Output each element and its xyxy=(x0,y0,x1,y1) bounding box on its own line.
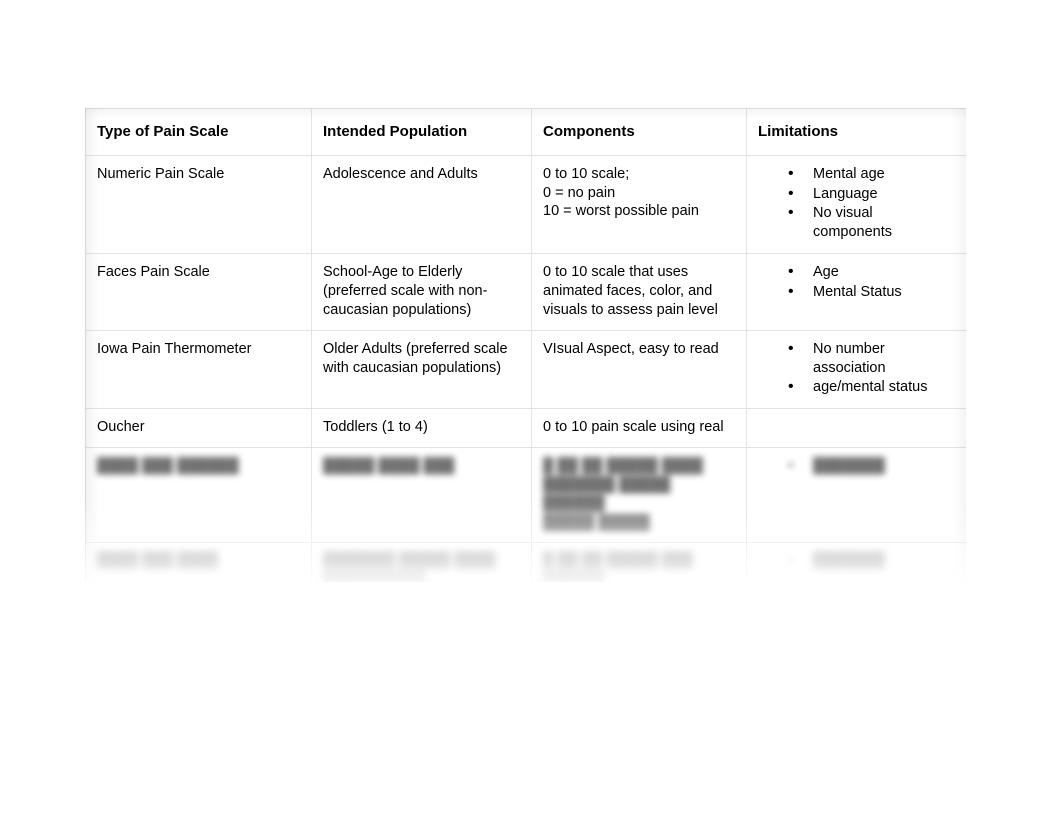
cell-intended-population: Older Adults (preferred scale with caucas… xyxy=(311,329,532,410)
components-line: 0 to 10 scale that uses xyxy=(543,264,689,281)
table-row: ████ ███ ████ ███████ █████ ████ █████████… xyxy=(85,542,966,582)
pain-scale-name: ████ ███ ██████ xyxy=(97,458,239,475)
components-line: █████ █████ xyxy=(543,514,650,531)
column-header-type-of-pain-scale: Type of Pain Scale xyxy=(85,108,312,156)
population-line: ███████ █████ ████ xyxy=(323,553,496,570)
cell-limitations xyxy=(746,408,966,449)
cell-limitations: AgeMental Status xyxy=(746,253,966,331)
limitations-list: ███████ xyxy=(758,551,955,572)
cell-type-of-pain-scale: Faces Pain Scale xyxy=(85,253,312,331)
pain-scale-name: Oucher xyxy=(97,419,145,436)
cell-components: 0 to 10 scale that uses animated faces, c… xyxy=(531,253,747,331)
cell-intended-population: Toddlers (1 to 4) xyxy=(311,408,532,449)
cell-intended-population: Adolescence and Adults xyxy=(311,154,532,255)
population-line: Toddlers (1 to 4) xyxy=(323,419,428,436)
table-row: Oucher Toddlers (1 to 4) 0 to 10 pain scal… xyxy=(85,408,966,449)
population-line: School-Age to Elderly xyxy=(323,264,463,281)
limitations-list: No number associationage/mental status xyxy=(758,339,955,398)
cell-type-of-pain-scale: Iowa Pain Thermometer xyxy=(85,329,312,410)
cell-intended-population: █████ ████ ███ xyxy=(311,447,532,544)
column-header-intended-population: Intended Population xyxy=(311,108,532,156)
pain-scale-table: Type of Pain Scale Intended Population C… xyxy=(85,108,966,582)
document-page: Type of Pain Scale Intended Population C… xyxy=(0,0,1062,822)
cell-intended-population: ███████ █████ ████ ██████████ xyxy=(311,542,532,582)
pain-scale-name: ████ ███ ████ xyxy=(97,553,219,570)
components-line: 10 = worst possible pain xyxy=(543,203,699,220)
table-row: Numeric Pain Scale Adolescence and Adults… xyxy=(85,154,966,255)
components-line: 0 = no pain xyxy=(543,184,616,201)
table-row: Iowa Pain Thermometer Older Adults (prefe… xyxy=(85,329,966,410)
limitation-item: Mental Status xyxy=(788,282,955,303)
limitation-item: Age xyxy=(788,262,955,283)
population-line: with caucasian populations) xyxy=(323,359,502,376)
components-line: 0 to 10 scale; xyxy=(543,165,630,182)
cell-components: 0 to 10 pain scale using real xyxy=(531,408,747,449)
population-line: Older Adults (preferred scale xyxy=(323,340,508,357)
column-header-components: Components xyxy=(531,108,747,156)
limitation-item: No visual components xyxy=(788,203,955,242)
table-header: Type of Pain Scale Intended Population C… xyxy=(85,108,966,156)
cell-limitations: ███████ xyxy=(746,447,966,544)
cell-components: 0 to 10 scale; 0 = no pain 10 = worst poss… xyxy=(531,154,747,255)
table-row: Faces Pain Scale School-Age to Elderly (pr… xyxy=(85,253,966,331)
limitation-item: ███████ xyxy=(788,456,955,477)
cell-limitations: Mental ageLanguageNo visual components xyxy=(746,154,966,255)
table-header-row: Type of Pain Scale Intended Population C… xyxy=(85,108,966,156)
components-line: ██████ xyxy=(543,572,605,582)
population-line: ██████████ xyxy=(323,572,426,582)
table-body: Numeric Pain Scale Adolescence and Adults… xyxy=(85,154,966,582)
cell-components: VIsual Aspect, easy to read xyxy=(531,329,747,410)
pain-scale-name: Numeric Pain Scale xyxy=(97,165,225,182)
components-line: █ ██ ██ █████ ███ xyxy=(543,553,693,570)
cell-components: █ ██ ██ █████ ████ ███████ █████ ██████ ██… xyxy=(531,447,747,544)
pain-scale-name: Iowa Pain Thermometer xyxy=(97,340,252,357)
cell-type-of-pain-scale: Numeric Pain Scale xyxy=(85,154,312,255)
cell-components: █ ██ ██ █████ ███ ██████ xyxy=(531,542,747,582)
limitation-item: age/mental status xyxy=(788,377,955,398)
population-line: █████ ████ ███ xyxy=(323,458,455,475)
cell-intended-population: School-Age to Elderly (preferred scale wi… xyxy=(311,253,532,331)
limitations-list: AgeMental Status xyxy=(758,262,955,303)
cell-type-of-pain-scale: ████ ███ ████ xyxy=(85,542,312,582)
components-line: animated faces, color, and xyxy=(543,282,713,299)
cell-limitations: ███████ xyxy=(746,542,966,582)
components-line: VIsual Aspect, easy to read xyxy=(543,340,719,357)
column-header-limitations: Limitations xyxy=(746,108,966,156)
table-row: ████ ███ ██████ █████ ████ ███ █ ██ ██ ███… xyxy=(85,447,966,544)
limitation-item: No number association xyxy=(788,339,955,378)
components-line: ███████ █████ ██████ xyxy=(543,476,671,512)
limitation-item: ███████ xyxy=(788,551,955,572)
population-line: (preferred scale with non- xyxy=(323,282,488,299)
components-line: visuals to assess pain level xyxy=(543,301,718,318)
limitations-list: ███████ xyxy=(758,456,955,477)
cell-type-of-pain-scale: ████ ███ ██████ xyxy=(85,447,312,544)
limitation-item: Language xyxy=(788,184,955,205)
population-line: Adolescence and Adults xyxy=(323,165,478,182)
population-line: caucasian populations) xyxy=(323,301,472,318)
pain-scale-table-preview: Type of Pain Scale Intended Population C… xyxy=(85,108,966,582)
cell-type-of-pain-scale: Oucher xyxy=(85,408,312,449)
cell-limitations: No number associationage/mental status xyxy=(746,329,966,410)
limitation-item: Mental age xyxy=(788,164,955,185)
components-line: █ ██ ██ █████ ████ xyxy=(543,458,703,475)
components-line: 0 to 10 pain scale using real xyxy=(543,419,724,436)
limitations-list: Mental ageLanguageNo visual components xyxy=(758,164,955,242)
pain-scale-name: Faces Pain Scale xyxy=(97,264,210,281)
